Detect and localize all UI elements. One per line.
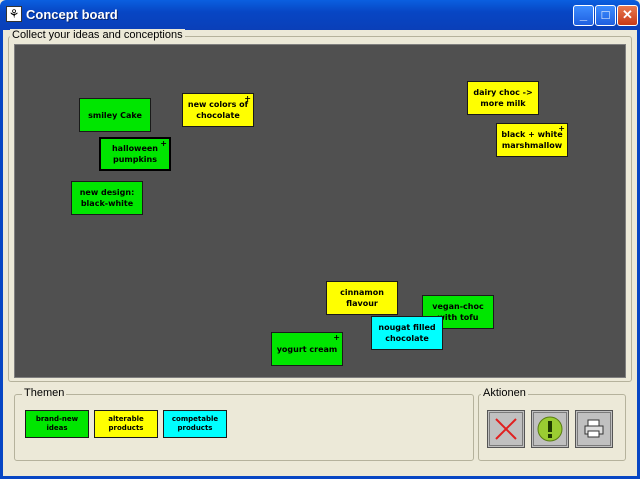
actions-group-label: Aktionen — [481, 387, 528, 399]
print-button[interactable] — [575, 410, 613, 448]
note-nougat-filled[interactable]: nougat filled chocolate — [371, 316, 443, 350]
note-halloween-pumpkins[interactable]: halloween pumpkins + — [99, 137, 171, 171]
note-yogurt-cream[interactable]: yogurt cream + — [271, 332, 343, 366]
note-dairy-choc[interactable]: dairy choc -> more milk — [467, 81, 539, 115]
window-title: Concept board — [26, 7, 118, 22]
note-text: black + white marshmallow — [501, 130, 563, 150]
note-text: new design: black-white — [79, 188, 135, 208]
exclamation-icon — [533, 412, 567, 446]
note-black-white-marshmallow[interactable]: black + white marshmallow + — [496, 123, 568, 157]
note-text: smiley Cake — [88, 110, 142, 120]
important-button[interactable] — [531, 410, 569, 448]
theme-brand-new-ideas[interactable]: brand-new ideas — [25, 410, 89, 438]
concept-board[interactable]: smiley Cake new colors of chocolate + hal… — [14, 44, 626, 378]
note-text: yogurt cream — [276, 344, 338, 354]
note-cinnamon-flavour[interactable]: cinnamon flavour — [326, 281, 398, 315]
note-smiley-cake[interactable]: smiley Cake — [79, 98, 151, 132]
theme-competable-products[interactable]: competable products — [163, 410, 227, 438]
note-new-design[interactable]: new design: black-white — [71, 181, 143, 215]
printer-icon — [577, 412, 611, 446]
theme-alterable-products[interactable]: alterable products — [94, 410, 158, 438]
note-text: dairy choc -> more milk — [473, 88, 533, 108]
note-text: new colors of chocolate — [187, 100, 249, 120]
note-new-colors[interactable]: new colors of chocolate + — [182, 93, 254, 127]
delete-button[interactable] — [487, 410, 525, 448]
themes-group-label: Themen — [22, 387, 67, 399]
close-button[interactable]: ✕ — [617, 5, 638, 26]
marker-icon: + — [160, 139, 167, 148]
board-group-label: Collect your ideas and conceptions — [10, 29, 185, 41]
minimize-button[interactable]: _ — [573, 5, 594, 26]
title-bar[interactable]: ⚘ Concept board _ □ ✕ — [0, 0, 640, 30]
note-text: nougat filled chocolate — [378, 323, 436, 343]
maximize-button[interactable]: □ — [595, 5, 616, 26]
marker-icon: + — [333, 333, 340, 342]
app-icon[interactable]: ⚘ — [6, 6, 22, 22]
marker-icon: + — [558, 124, 565, 133]
note-text: halloween pumpkins — [111, 144, 158, 164]
marker-icon: + — [244, 94, 251, 103]
note-text: cinnamon flavour — [340, 288, 384, 308]
delete-x-icon — [489, 412, 523, 446]
